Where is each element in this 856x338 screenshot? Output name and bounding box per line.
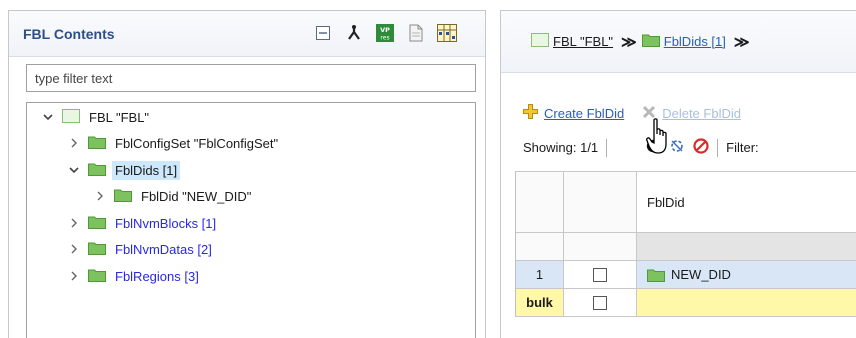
tree-item-fbldid-new-did[interactable]: FblDid "NEW_DID" <box>94 184 254 208</box>
tree-item-fbldids[interactable]: FblDids [1] <box>68 158 181 182</box>
column-header-fbldid[interactable]: FblDid <box>637 172 856 232</box>
hand-cursor-icon <box>646 118 670 161</box>
row-name: NEW_DID <box>671 267 731 282</box>
action-bar: Create FblDid Delete FblDid <box>523 104 741 122</box>
fbldid-table: FblDid 1 NEW_DID bulk <box>515 171 856 317</box>
panel-title: FBL Contents <box>23 26 115 42</box>
toolbar-divider <box>606 138 608 157</box>
filter-check-cell <box>564 233 637 260</box>
row-checkbox[interactable] <box>593 267 607 282</box>
column-filter-cell[interactable] <box>637 233 856 260</box>
filter-label: Filter: <box>726 140 759 155</box>
vp-res-bottom-text: res <box>380 35 389 42</box>
breadcrumb-separator: ≫ <box>621 33 637 51</box>
folder-icon <box>88 241 106 258</box>
showing-count: Showing: 1/1 <box>523 140 599 155</box>
panel-toolbar: VP res <box>313 23 457 43</box>
filter-index-cell <box>516 233 564 260</box>
chevron-right-icon[interactable] <box>68 270 80 282</box>
create-fbldid-link[interactable]: Create FblDid <box>544 106 624 121</box>
chevron-down-icon[interactable] <box>42 111 54 123</box>
table-header-row: FblDid <box>516 171 856 233</box>
folder-icon <box>88 268 106 285</box>
document-icon[interactable] <box>406 23 426 43</box>
tree-item-label: FblConfigSet "FblConfigSet" <box>115 135 279 151</box>
folder-icon <box>114 188 132 205</box>
chevron-right-icon[interactable] <box>68 137 80 149</box>
breadcrumb-separator: ≫ <box>733 33 750 51</box>
filter-input[interactable]: type filter text <box>26 64 476 92</box>
clear-filter-icon[interactable] <box>693 138 709 157</box>
bulk-edit-cell[interactable] <box>637 289 856 316</box>
vp-res-top-text: VP <box>380 26 390 34</box>
tree-item-label: FblDids [1] <box>112 160 181 180</box>
collapse-all-icon[interactable] <box>313 23 333 43</box>
bulk-label: bulk <box>516 289 564 316</box>
tree-item-fblnvmblocks[interactable]: FblNvmBlocks [1] <box>68 211 219 235</box>
fbl-node-icon <box>62 108 80 126</box>
table-status-bar: Showing: 1/1 Filter: <box>523 138 759 157</box>
bulk-checkbox[interactable] <box>593 295 607 310</box>
breadcrumb-item-fbl[interactable]: FBL "FBL" <box>553 34 613 49</box>
filter-settings-icon[interactable] <box>669 138 685 157</box>
tree-item-label: FblNvmBlocks [1] <box>115 215 217 231</box>
folder-icon <box>647 268 665 282</box>
table-bulk-row[interactable]: bulk <box>516 289 856 317</box>
header-check-cell <box>564 172 637 232</box>
breadcrumb-item-fbldids[interactable]: FblDids [1] <box>664 34 726 49</box>
tree-item-fbl[interactable]: FBL "FBL" <box>42 105 152 129</box>
tree-item-label: FblDid "NEW_DID" <box>141 188 252 204</box>
folder-icon <box>88 215 106 232</box>
layout-grid-icon[interactable] <box>437 23 457 43</box>
row-name-cell[interactable]: NEW_DID <box>637 261 856 288</box>
tree-item-fblregions[interactable]: FblRegions [3] <box>68 264 202 288</box>
folder-icon <box>88 135 106 152</box>
chevron-right-icon[interactable] <box>68 243 80 255</box>
tree-item-fblconfigset[interactable]: FblConfigSet "FblConfigSet" <box>68 131 281 155</box>
toolbar-divider <box>717 138 719 157</box>
table-row[interactable]: 1 NEW_DID <box>516 261 856 289</box>
fbl-contents-header: FBL Contents VP res <box>9 11 485 57</box>
delete-fbldid-link[interactable]: Delete FblDid <box>662 106 741 121</box>
row-index: 1 <box>516 261 564 288</box>
table-filter-row <box>516 233 856 261</box>
breadcrumb: FBL "FBL" ≫ FblDids [1] ≫ <box>501 11 856 73</box>
tree-item-label: FblRegions [3] <box>115 268 199 284</box>
fbl-contents-panel: FBL Contents VP res type filter text FBL… <box>8 10 486 338</box>
folder-icon <box>641 33 660 50</box>
filter-placeholder: type filter text <box>35 70 113 86</box>
chevron-down-icon[interactable] <box>68 164 80 176</box>
row-checkbox-cell <box>564 261 637 288</box>
tree-item-fblnvmdatas[interactable]: FblNvmDatas [2] <box>68 237 215 261</box>
vp-res-icon[interactable]: VP res <box>375 23 395 43</box>
fbl-tree: FBL "FBL" FblConfigSet "FblConfigSet" Fb… <box>26 102 476 338</box>
add-icon[interactable] <box>523 104 538 122</box>
chevron-right-icon[interactable] <box>94 190 106 202</box>
bulk-checkbox-cell <box>564 289 637 316</box>
folder-icon <box>88 162 106 179</box>
tree-item-label: FBL "FBL" <box>89 109 150 125</box>
header-index-cell <box>516 172 564 232</box>
chevron-right-icon[interactable] <box>68 217 80 229</box>
hierarchy-icon[interactable] <box>344 23 364 43</box>
editor-panel: FBL "FBL" ≫ FblDids [1] ≫ Create FblDid … <box>500 10 856 338</box>
fbl-node-icon <box>531 33 549 50</box>
tree-item-label: FblNvmDatas [2] <box>115 241 212 257</box>
